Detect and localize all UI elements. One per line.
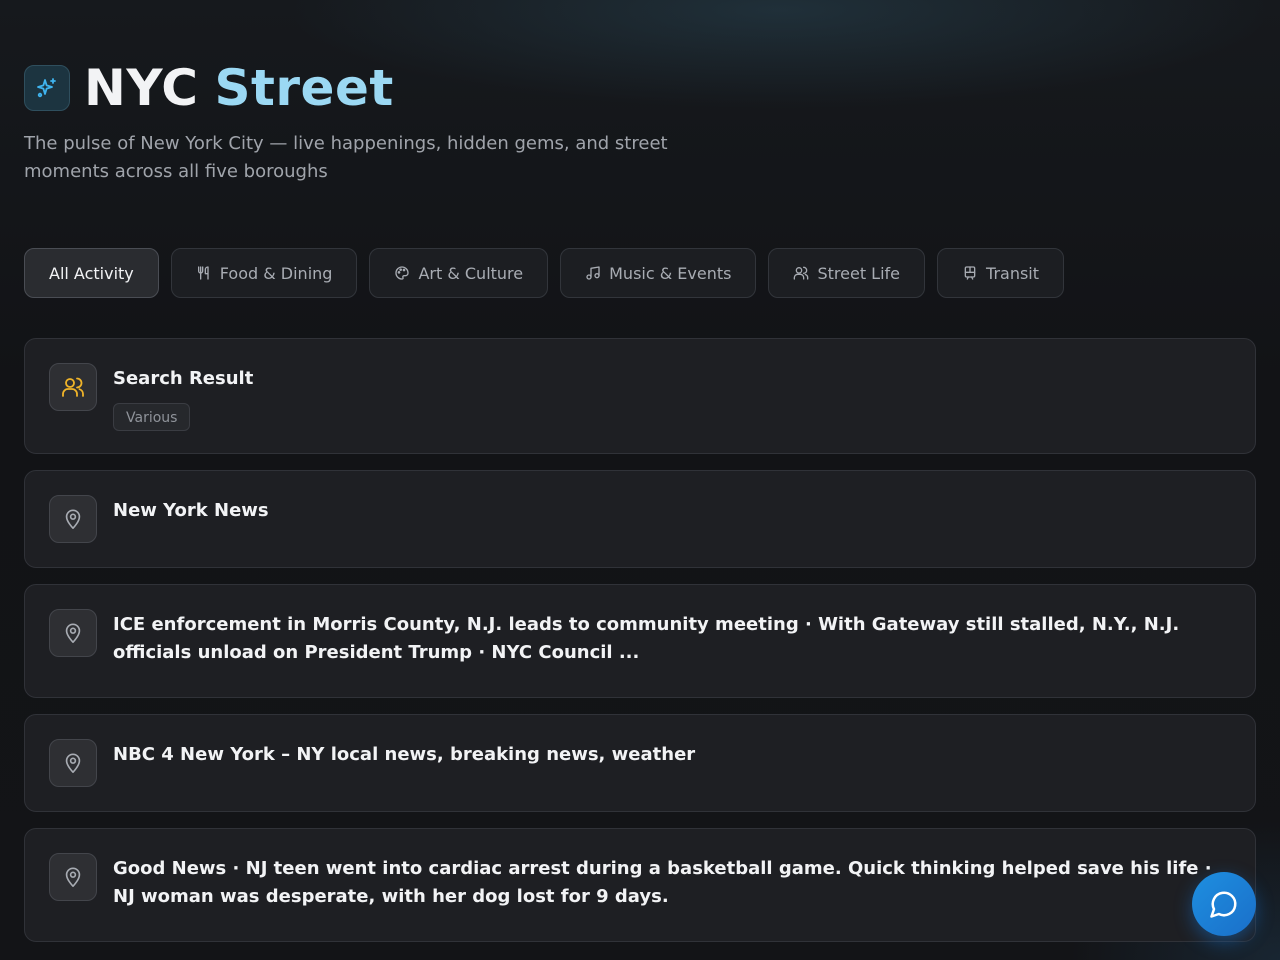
sparkles-icon bbox=[37, 78, 56, 98]
utensils-icon bbox=[197, 266, 209, 280]
title-part-nyc: NYC bbox=[84, 59, 199, 117]
filter-label: All Activity bbox=[49, 263, 134, 283]
people-icon bbox=[794, 266, 809, 280]
train-icon bbox=[964, 266, 976, 280]
filter-food-dining[interactable]: Food & Dining bbox=[170, 248, 358, 298]
page: NYC Street The pulse of New York City — l… bbox=[0, 0, 1280, 960]
card-icon-box bbox=[49, 609, 97, 657]
music-note-icon bbox=[586, 266, 600, 280]
feed-card[interactable]: Good News · NJ teen went into cardiac ar… bbox=[24, 828, 1256, 942]
filter-label: Street Life bbox=[817, 263, 901, 283]
chat-bubble-icon bbox=[1210, 891, 1237, 918]
filter-street-life[interactable]: Street Life bbox=[768, 248, 926, 298]
feed-card[interactable]: NBC 4 New York – NY local news, breaking… bbox=[24, 714, 1256, 812]
filter-label: Art & Culture bbox=[418, 263, 524, 283]
card-title: Search Result bbox=[113, 368, 254, 389]
map-pin-icon bbox=[65, 753, 81, 773]
filter-label: Music & Events bbox=[609, 263, 732, 283]
title-row: NYC Street bbox=[24, 60, 1256, 116]
category-tag: Various bbox=[113, 403, 191, 431]
filter-art-culture[interactable]: Art & Culture bbox=[369, 248, 549, 298]
filter-bar: All Activity Food & Dining Art & Culture… bbox=[24, 248, 1065, 298]
title-part-street: Street bbox=[214, 59, 394, 117]
header: NYC Street The pulse of New York City — l… bbox=[24, 60, 1256, 186]
map-pin-icon bbox=[65, 623, 81, 643]
chat-button[interactable] bbox=[1192, 872, 1256, 936]
card-icon-box bbox=[49, 739, 97, 787]
map-pin-icon bbox=[65, 509, 81, 529]
filter-all-activity[interactable]: All Activity bbox=[24, 248, 159, 298]
activity-feed: Search Result Various New York News ICE … bbox=[24, 338, 1256, 958]
card-title: New York News bbox=[113, 500, 269, 521]
card-title: ICE enforcement in Morris County, N.J. l… bbox=[113, 614, 1180, 663]
card-title: NBC 4 New York – NY local news, breaking… bbox=[113, 744, 696, 765]
filter-music-events[interactable]: Music & Events bbox=[560, 248, 757, 298]
map-pin-icon bbox=[65, 867, 81, 887]
card-icon-box bbox=[49, 853, 97, 901]
page-title: NYC Street bbox=[84, 60, 394, 116]
card-icon-box bbox=[49, 495, 97, 543]
filter-transit[interactable]: Transit bbox=[937, 248, 1065, 298]
logo bbox=[24, 65, 70, 111]
palette-icon bbox=[395, 266, 410, 280]
people-icon bbox=[62, 377, 84, 397]
page-subtitle: The pulse of New York City — live happen… bbox=[24, 133, 668, 182]
feed-card[interactable]: New York News bbox=[24, 470, 1256, 568]
filter-label: Food & Dining bbox=[219, 263, 333, 283]
filter-label: Transit bbox=[986, 263, 1040, 283]
card-icon-box bbox=[49, 363, 97, 411]
card-title: Good News · NJ teen went into cardiac ar… bbox=[113, 858, 1212, 907]
feed-card[interactable]: ICE enforcement in Morris County, N.J. l… bbox=[24, 584, 1256, 698]
feed-card[interactable]: Search Result Various bbox=[24, 338, 1256, 454]
